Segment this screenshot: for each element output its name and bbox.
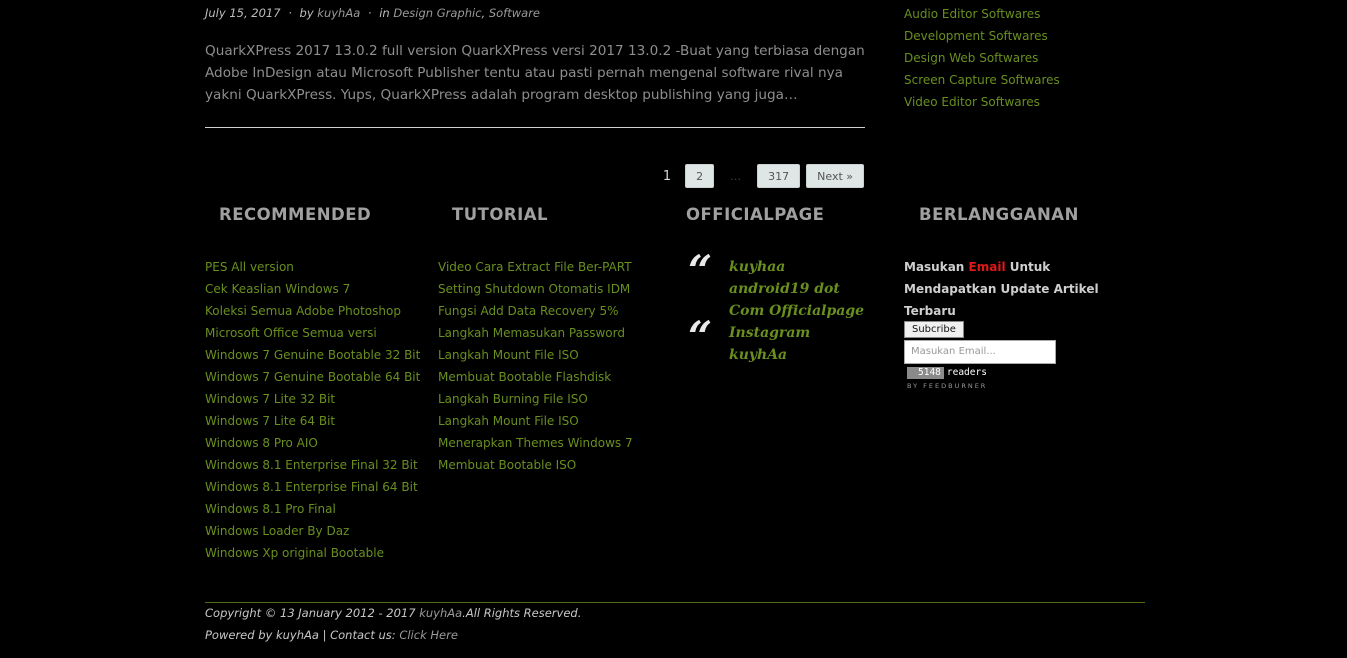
footer-divider: [205, 602, 1145, 603]
officialpage-link[interactable]: kuyhaa android19 dot Com Officialpage: [729, 256, 868, 322]
post-date: July 15, 2017: [205, 6, 281, 20]
footer-powered: Powered by kuyhAa | Contact us: Click He…: [205, 628, 458, 642]
page: July 15, 2017 · by kuyhAa · in Design Gr…: [0, 0, 1347, 658]
widget-title-berlangganan: BERLANGGANAN: [919, 205, 1079, 224]
recommended-link[interactable]: Windows 7 Genuine Bootable 32 Bit: [205, 344, 420, 366]
tutorial-link[interactable]: Setting Shutdown Otomatis IDM: [438, 278, 633, 300]
meta-comma: ,: [481, 6, 486, 20]
post-divider: [205, 127, 865, 128]
pagination-last-page[interactable]: 317: [757, 164, 801, 188]
tutorial-link[interactable]: Langkah Mount File ISO: [438, 410, 633, 432]
recommended-link[interactable]: Windows 8.1 Pro Final: [205, 498, 420, 520]
recommended-link[interactable]: Windows 8 Pro AIO: [205, 432, 420, 454]
recommended-link[interactable]: Windows Xp original Bootable: [205, 542, 420, 564]
pagination-next-button[interactable]: Next »: [806, 164, 864, 188]
tutorial-link[interactable]: Video Cara Extract File Ber-PART: [438, 256, 633, 278]
by-feedburner: BY FEEDBURNER: [907, 382, 988, 390]
email-input[interactable]: Masukan Email...: [904, 340, 1056, 364]
category-link-design-graphic[interactable]: Design Graphic: [393, 6, 481, 20]
tutorial-link[interactable]: Langkah Mount File ISO: [438, 344, 633, 366]
recommended-link[interactable]: Microsoft Office Semua versi: [205, 322, 420, 344]
tutorial-list: Video Cara Extract File Ber-PART Setting…: [438, 256, 633, 476]
tutorial-link[interactable]: Membuat Bootable ISO: [438, 454, 633, 476]
recommended-list: PES All version Cek Keaslian Windows 7 K…: [205, 256, 420, 564]
copyright-site-link[interactable]: kuyhAa: [419, 606, 462, 620]
tutorial-link[interactable]: Langkah Burning File ISO: [438, 388, 633, 410]
tutorial-link[interactable]: Langkah Memasukan Password: [438, 322, 633, 344]
recommended-link[interactable]: Windows 8.1 Enterprise Final 32 Bit: [205, 454, 420, 476]
pagination-dots: …: [730, 169, 742, 183]
recommended-link[interactable]: Cek Keaslian Windows 7: [205, 278, 420, 300]
tutorial-link[interactable]: Membuat Bootable Flashdisk: [438, 366, 633, 388]
powered-prefix: Powered by kuyhAa | Contact us:: [205, 628, 400, 642]
pagination-current: 1: [662, 168, 672, 184]
quote-icon: “: [688, 246, 713, 295]
meta-in: in: [379, 6, 390, 20]
instagram-link[interactable]: Instagram kuyhAa: [729, 322, 868, 366]
recommended-link[interactable]: Windows Loader By Daz: [205, 520, 420, 542]
widget-title-recommended: RECOMMENDED: [219, 205, 372, 224]
contact-link[interactable]: Click Here: [399, 628, 458, 642]
post-excerpt: QuarkXPress 2017 13.0.2 full version Qua…: [205, 43, 865, 103]
tutorial-link[interactable]: Menerapkan Themes Windows 7: [438, 432, 633, 454]
subscribe-button[interactable]: Subcribe: [904, 321, 964, 338]
widget-title-tutorial: TUTORIAL: [452, 205, 549, 224]
pagination-page-2[interactable]: 2: [685, 164, 715, 188]
recommended-link[interactable]: Windows 7 Lite 32 Bit: [205, 388, 420, 410]
recommended-link[interactable]: Windows 7 Genuine Bootable 64 Bit: [205, 366, 420, 388]
sidebar-category-list: Audio Editor Softwares Development Softw…: [904, 3, 1060, 113]
copyright-prefix: Copyright © 13 January 2012 - 2017: [205, 606, 420, 620]
meta-separator: ·: [367, 6, 372, 20]
subscribe-text-before: Masukan: [904, 260, 969, 274]
officialpage-widget: “ kuyhaa android19 dot Com Officialpage …: [688, 250, 868, 366]
subscribe-description: Masukan Email Untuk Mendapatkan Update A…: [904, 256, 1124, 322]
category-link-software[interactable]: Software: [489, 6, 540, 20]
copyright-suffix: .All Rights Reserved.: [462, 606, 582, 620]
sidebar-category-link[interactable]: Development Softwares: [904, 25, 1060, 47]
readers-label: readers: [946, 367, 987, 378]
meta-by: by: [299, 6, 314, 20]
tutorial-link[interactable]: Fungsi Add Data Recovery 5%: [438, 300, 633, 322]
footer-copyright: Copyright © 13 January 2012 - 2017 kuyhA…: [205, 606, 581, 620]
recommended-link[interactable]: Koleksi Semua Adobe Photoshop: [205, 300, 420, 322]
post-meta: July 15, 2017 · by kuyhAa · in Design Gr…: [205, 6, 540, 20]
instagram-quote: “ Instagram kuyhAa: [688, 316, 868, 366]
sidebar-category-link[interactable]: Audio Editor Softwares: [904, 3, 1060, 25]
readers-count: 5148: [907, 367, 944, 379]
recommended-link[interactable]: Windows 7 Lite 64 Bit: [205, 410, 420, 432]
recommended-link[interactable]: PES All version: [205, 256, 420, 278]
feedburner-counter[interactable]: 5148 readers: [907, 367, 987, 379]
meta-separator: ·: [288, 6, 292, 20]
sidebar-category-link[interactable]: Video Editor Softwares: [904, 91, 1060, 113]
pagination: 1 2 … 317 Next »: [655, 164, 864, 188]
sidebar-category-link[interactable]: Screen Capture Softwares: [904, 69, 1060, 91]
post-author-link[interactable]: kuyhAa: [317, 6, 360, 20]
subscribe-text-email: Email: [968, 260, 1006, 274]
officialpage-quote: “ kuyhaa android19 dot Com Officialpage: [688, 250, 868, 322]
sidebar-category-link[interactable]: Design Web Softwares: [904, 47, 1060, 69]
recommended-link[interactable]: Windows 8.1 Enterprise Final 64 Bit: [205, 476, 420, 498]
quote-icon: “: [688, 312, 713, 361]
widget-title-officialpage: OFFICIALPAGE: [686, 205, 825, 224]
